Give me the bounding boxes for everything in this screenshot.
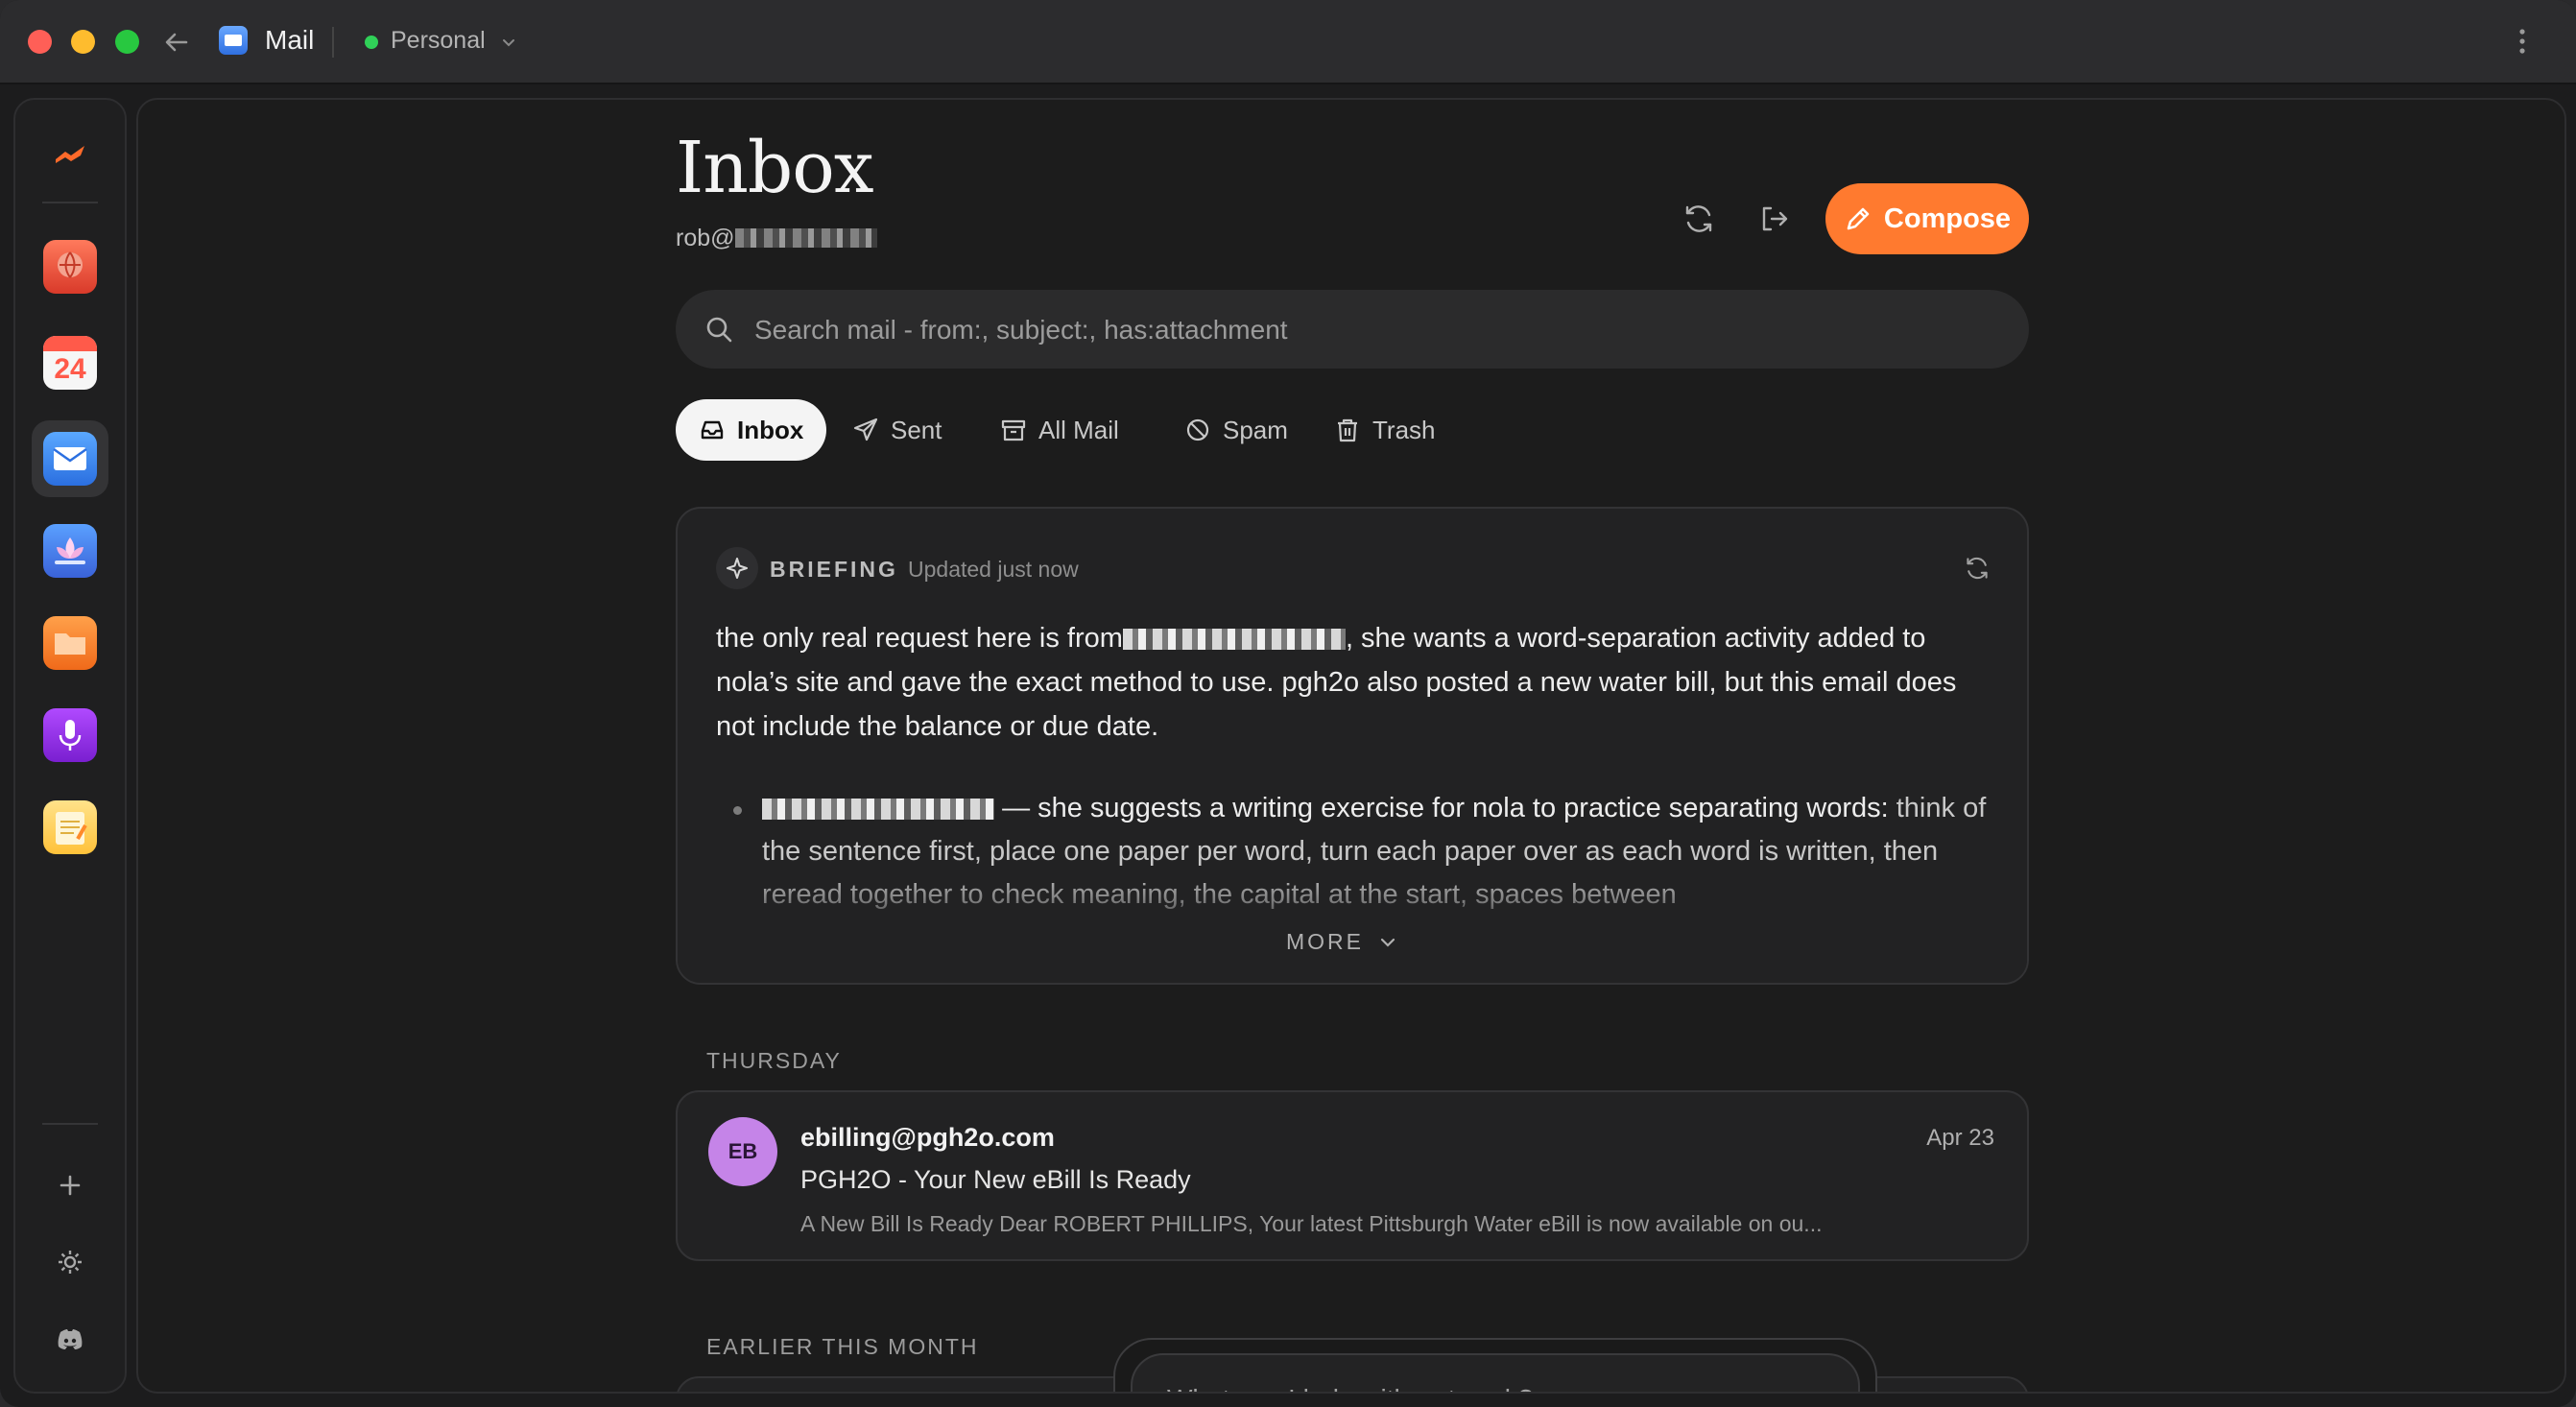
sender-avatar: EB — [708, 1117, 777, 1186]
search-bar — [676, 290, 2029, 370]
main-panel: Inbox rob@ Compose Inbox — [136, 98, 2566, 1394]
refresh-icon[interactable] — [1680, 200, 1718, 238]
title-bar: Mail Personal — [0, 0, 2576, 84]
mail-app-icon — [219, 26, 248, 55]
email-sender: ebilling@pgh2o.com — [800, 1123, 1055, 1152]
search-icon — [706, 317, 732, 343]
tab-all-mail[interactable]: All Mail — [977, 399, 1142, 461]
block-icon — [1186, 418, 1209, 441]
globe-book-icon[interactable] — [43, 240, 97, 294]
inbox-tray-icon — [701, 420, 724, 440]
tab-inbox[interactable]: Inbox — [676, 399, 827, 461]
plus-icon[interactable] — [52, 1167, 88, 1204]
bullet-dot — [733, 806, 742, 815]
folder-icon[interactable] — [43, 616, 97, 670]
assistant-input-wrap — [1131, 1353, 1860, 1392]
chevron-down-icon[interactable] — [499, 33, 518, 52]
minimize-window-button[interactable] — [71, 30, 95, 54]
compose-button[interactable]: Compose — [1825, 183, 2029, 254]
assistant-prompt — [1113, 1338, 1877, 1392]
tab-label: Sent — [891, 415, 942, 444]
tab-trash[interactable]: Trash — [1311, 399, 1459, 461]
redacted-account-domain — [735, 228, 877, 248]
lotus-icon[interactable] — [43, 524, 97, 578]
tab-label: Trash — [1372, 415, 1436, 444]
zoom-window-button[interactable] — [115, 30, 139, 54]
compose-label: Compose — [1883, 203, 2012, 234]
sign-out-icon[interactable] — [1754, 200, 1793, 238]
paper-plane-icon — [853, 417, 878, 441]
page-title: Inbox — [676, 127, 874, 209]
account-email: rob@ — [676, 225, 735, 251]
gear-icon[interactable] — [52, 1244, 88, 1280]
app-dock: 24 — [13, 98, 127, 1394]
refresh-briefing-icon[interactable] — [1962, 553, 1992, 584]
discord-icon[interactable] — [52, 1321, 88, 1357]
profile-switcher[interactable]: Personal — [391, 27, 486, 55]
back-arrow-icon[interactable] — [161, 27, 192, 58]
tab-label: Spam — [1223, 415, 1288, 444]
email-date: Apr 23 — [1926, 1125, 1994, 1151]
dock-divider — [42, 202, 98, 203]
more-button[interactable]: MORE — [1286, 929, 1398, 955]
notepad-icon[interactable] — [43, 800, 97, 854]
brand-logo-icon[interactable] — [52, 136, 88, 173]
search-input[interactable] — [752, 290, 2004, 370]
briefing-fade — [678, 870, 2027, 983]
redacted-sender-name — [1122, 629, 1346, 651]
microphone-icon[interactable] — [43, 708, 97, 762]
more-options-icon[interactable] — [2511, 25, 2534, 58]
briefing-updated: Updated just now — [908, 557, 1079, 582]
pencil-icon — [1847, 207, 1870, 230]
archive-box-icon — [1001, 419, 1026, 441]
bullet-text: — she suggests a writing exercise for no… — [1002, 793, 1889, 823]
mail-window: Mail Personal 24 Inbox rob@ Compose Sear… — [0, 0, 2576, 1407]
close-window-button[interactable] — [28, 30, 52, 54]
app-title: Mail — [265, 25, 315, 55]
redacted-sender-name — [762, 799, 994, 821]
sparkle-icon — [716, 547, 758, 589]
calendar-icon[interactable]: 24 — [43, 336, 97, 390]
summary-text-start: the only real request here is from — [716, 623, 1123, 654]
assistant-input[interactable] — [1165, 1355, 1841, 1392]
email-snippet: A New Bill Is Ready Dear ROBERT PHILLIPS… — [800, 1211, 1823, 1236]
inbox-content: Inbox rob@ Compose Inbox — [676, 100, 2029, 1392]
email-subject: PGH2O - Your New eBill Is Ready — [800, 1165, 1191, 1194]
section-header-earlier: EARLIER THIS MONTH — [706, 1334, 979, 1359]
chevron-down-icon — [1380, 938, 1395, 947]
dock-divider — [42, 1123, 98, 1125]
mail-icon[interactable] — [43, 432, 97, 486]
profile-status-dot — [365, 36, 378, 49]
title-divider — [332, 27, 334, 58]
more-label: MORE — [1286, 929, 1364, 954]
tab-spam[interactable]: Spam — [1161, 399, 1311, 461]
section-header-thursday: THURSDAY — [706, 1048, 842, 1073]
tab-sent[interactable]: Sent — [829, 399, 966, 461]
briefing-card: BRIEFING Updated just now the only real … — [676, 507, 2029, 985]
tab-label: All Mail — [1038, 415, 1119, 444]
briefing-label: BRIEFING — [770, 557, 898, 582]
tab-label: Inbox — [737, 415, 804, 444]
trash-icon — [1338, 418, 1357, 442]
email-row[interactable]: EB ebilling@pgh2o.com Apr 23 PGH2O - You… — [676, 1090, 2029, 1261]
briefing-summary: the only real request here is from, she … — [716, 616, 1992, 749]
mailbox-tabs: Inbox Sent All Mail Spam Trash — [676, 399, 2029, 461]
